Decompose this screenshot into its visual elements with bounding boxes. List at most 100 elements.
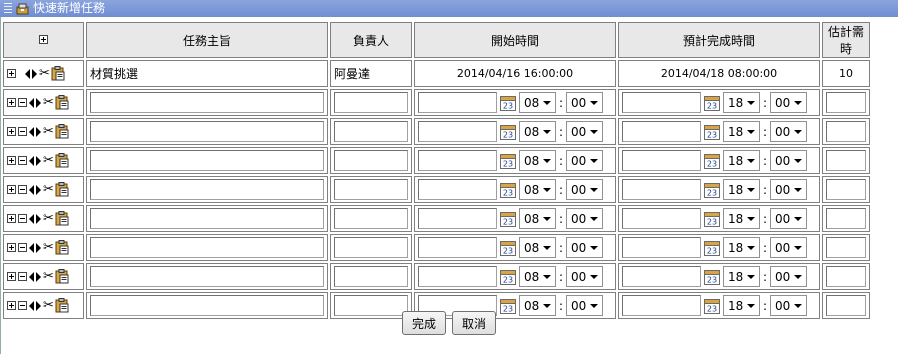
due-minute-select[interactable]: 00 [770,208,808,229]
move-right-icon[interactable] [36,300,41,311]
calendar-icon[interactable]: 23 [500,182,516,198]
collapse-icon[interactable] [18,185,27,194]
due-date-input[interactable] [622,179,701,200]
due-date-input[interactable] [622,92,701,113]
cut-icon[interactable]: ✂ [43,270,54,283]
collapse-icon[interactable] [18,214,27,223]
start-hour-select[interactable]: 08 [519,266,556,287]
expand-all-icon[interactable] [39,35,48,44]
start-date-input[interactable] [418,121,497,142]
calendar-icon[interactable]: 23 [704,240,720,256]
collapse-icon[interactable] [18,127,27,136]
owner-input[interactable] [334,92,408,113]
paste-icon[interactable] [55,95,69,110]
due-minute-select[interactable]: 00 [770,92,808,113]
due-date-input[interactable] [622,150,701,171]
calendar-icon[interactable]: 23 [704,95,720,111]
move-right-icon[interactable] [36,271,41,282]
calendar-icon[interactable]: 23 [704,182,720,198]
calendar-icon[interactable]: 23 [704,124,720,140]
calendar-icon[interactable]: 23 [500,95,516,111]
due-hour-select[interactable]: 18 [723,121,760,142]
start-date-input[interactable] [418,92,497,113]
move-left-icon[interactable] [25,68,30,79]
start-date-input[interactable] [418,237,497,258]
move-left-icon[interactable] [29,271,34,282]
due-date-input[interactable] [622,208,701,229]
calendar-icon[interactable]: 23 [500,211,516,227]
start-minute-select[interactable]: 00 [566,237,604,258]
collapse-icon[interactable] [18,243,27,252]
done-button[interactable]: 完成 [401,311,446,335]
cut-icon[interactable]: ✂ [43,154,54,167]
due-minute-select[interactable]: 00 [770,150,808,171]
estimate-input[interactable] [826,266,866,287]
paste-icon[interactable] [51,66,65,81]
subject-cell[interactable]: 材質挑選 [86,60,328,87]
start-hour-select[interactable]: 08 [519,179,556,200]
start-cell[interactable]: 2014/04/16 16:00:00 [414,60,616,87]
collapse-icon[interactable] [18,98,27,107]
move-left-icon[interactable] [29,213,34,224]
start-minute-select[interactable]: 00 [566,266,604,287]
start-date-input[interactable] [418,179,497,200]
due-date-input[interactable] [622,121,701,142]
expand-icon[interactable] [7,301,16,310]
subject-input[interactable] [90,92,324,113]
cut-icon[interactable]: ✂ [43,125,54,138]
cancel-button[interactable]: 取消 [452,311,497,335]
cut-icon[interactable]: ✂ [39,67,50,80]
drag-grip-icon[interactable] [4,3,12,14]
start-date-input[interactable] [418,266,497,287]
start-hour-select[interactable]: 08 [519,208,556,229]
subject-input[interactable] [90,179,324,200]
start-minute-select[interactable]: 00 [566,121,604,142]
subject-input[interactable] [90,121,324,142]
owner-input[interactable] [334,179,408,200]
due-hour-select[interactable]: 18 [723,208,760,229]
due-hour-select[interactable]: 18 [723,179,760,200]
estimate-input[interactable] [826,121,866,142]
owner-input[interactable] [334,237,408,258]
move-left-icon[interactable] [29,155,34,166]
cut-icon[interactable]: ✂ [43,183,54,196]
cut-icon[interactable]: ✂ [43,241,54,254]
collapse-icon[interactable] [18,301,27,310]
move-right-icon[interactable] [32,68,37,79]
move-left-icon[interactable] [29,184,34,195]
move-right-icon[interactable] [36,184,41,195]
paste-icon[interactable] [55,269,69,284]
subject-input[interactable] [90,208,324,229]
estimate-input[interactable] [826,179,866,200]
owner-input[interactable] [334,266,408,287]
estimate-input[interactable] [826,237,866,258]
move-right-icon[interactable] [36,155,41,166]
owner-input[interactable] [334,208,408,229]
move-right-icon[interactable] [36,242,41,253]
paste-icon[interactable] [55,153,69,168]
calendar-icon[interactable]: 23 [500,153,516,169]
start-hour-select[interactable]: 08 [519,150,556,171]
start-hour-select[interactable]: 08 [519,121,556,142]
start-minute-select[interactable]: 00 [566,208,604,229]
expand-icon[interactable] [7,272,16,281]
expand-icon[interactable] [7,156,16,165]
subject-input[interactable] [90,237,324,258]
expand-icon[interactable] [7,69,16,78]
collapse-icon[interactable] [18,272,27,281]
start-minute-select[interactable]: 00 [566,150,604,171]
owner-input[interactable] [334,150,408,171]
calendar-icon[interactable]: 23 [704,153,720,169]
move-left-icon[interactable] [29,126,34,137]
estimate-input[interactable] [826,92,866,113]
move-left-icon[interactable] [29,300,34,311]
start-minute-select[interactable]: 00 [566,92,604,113]
move-right-icon[interactable] [36,126,41,137]
due-hour-select[interactable]: 18 [723,266,760,287]
due-date-input[interactable] [622,266,701,287]
start-minute-select[interactable]: 00 [566,179,604,200]
due-minute-select[interactable]: 00 [770,237,808,258]
expand-icon[interactable] [7,127,16,136]
due-cell[interactable]: 2014/04/18 08:00:00 [618,60,820,87]
paste-icon[interactable] [55,182,69,197]
